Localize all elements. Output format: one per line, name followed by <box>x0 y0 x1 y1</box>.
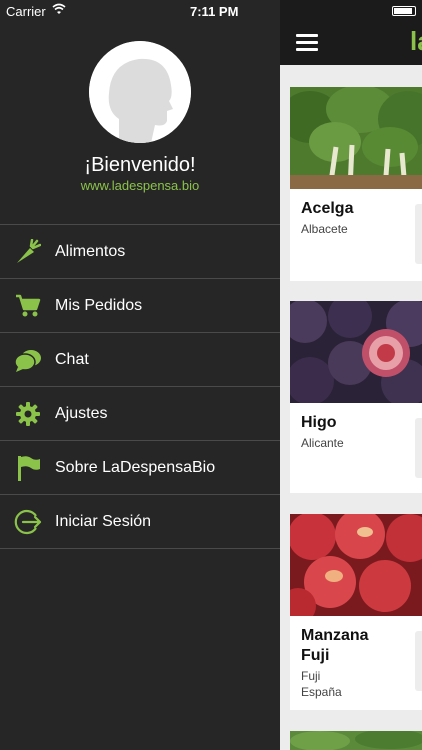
product-image-higo <box>290 301 422 403</box>
menu-item-label: Iniciar Sesión <box>55 512 152 530</box>
battery-icon <box>392 6 416 16</box>
clock: 7:11 PM <box>190 4 239 19</box>
menu-item-chat[interactable]: Chat <box>0 333 280 387</box>
carrot-icon <box>14 238 42 266</box>
drawer-menu: Alimentos Mis Pedidos Chat Ajustes Sobre… <box>0 224 280 549</box>
product-origin: Albacete <box>301 222 348 236</box>
menu-item-sobre[interactable]: Sobre LaDespensaBio <box>0 441 280 495</box>
welcome-heading: ¡Bienvenido! <box>84 154 196 176</box>
add-to-cart-button[interactable] <box>415 418 422 478</box>
menu-item-ajustes[interactable]: Ajustes <box>0 387 280 441</box>
product-variety: Fuji <box>301 669 321 683</box>
website-link[interactable]: www.ladespensa.bio <box>0 178 280 193</box>
menu-item-label: Mis Pedidos <box>55 296 143 314</box>
menu-item-label: Ajustes <box>55 404 108 422</box>
menu-item-alimentos[interactable]: Alimentos <box>0 225 280 279</box>
product-card[interactable]: Manzana Fuji Fuji España <box>290 514 422 710</box>
product-card[interactable]: Higo Alicante <box>290 301 422 493</box>
add-to-cart-button[interactable] <box>415 631 422 691</box>
cart-icon <box>14 292 42 320</box>
product-name: Higo <box>301 414 337 431</box>
side-drawer: ¡Bienvenido! www.ladespensa.bio Alimento… <box>0 0 280 750</box>
add-to-cart-button[interactable] <box>415 204 422 264</box>
menu-item-iniciar-sesion[interactable]: Iniciar Sesión <box>0 495 280 549</box>
product-list-screen: la Acelga Albacete <box>280 0 422 750</box>
brand-logo-text: la <box>410 26 422 56</box>
menu-item-label: Chat <box>55 350 89 368</box>
product-origin: Alicante <box>301 436 344 450</box>
wifi-icon <box>52 3 66 18</box>
menu-item-label: Sobre LaDespensaBio <box>55 458 216 476</box>
product-image-acelga <box>290 87 422 189</box>
product-image <box>290 731 422 750</box>
product-name: Manzana Fuji <box>301 627 369 664</box>
product-name: Acelga <box>301 200 354 217</box>
login-icon <box>14 508 42 536</box>
gear-icon <box>14 400 42 428</box>
flag-icon <box>14 454 42 482</box>
menu-item-label: Alimentos <box>55 242 126 260</box>
carrier-label: Carrier <box>6 4 46 19</box>
menu-item-mis-pedidos[interactable]: Mis Pedidos <box>0 279 280 333</box>
product-card[interactable]: Acelga Albacete <box>290 87 422 281</box>
status-bar: Carrier 7:11 PM <box>0 0 422 22</box>
hamburger-menu-icon[interactable] <box>296 34 318 52</box>
avatar[interactable] <box>89 41 191 143</box>
product-origin: España <box>301 685 342 699</box>
product-image-manzana-fuji <box>290 514 422 616</box>
chat-icon <box>14 346 42 374</box>
product-card[interactable] <box>290 731 422 750</box>
